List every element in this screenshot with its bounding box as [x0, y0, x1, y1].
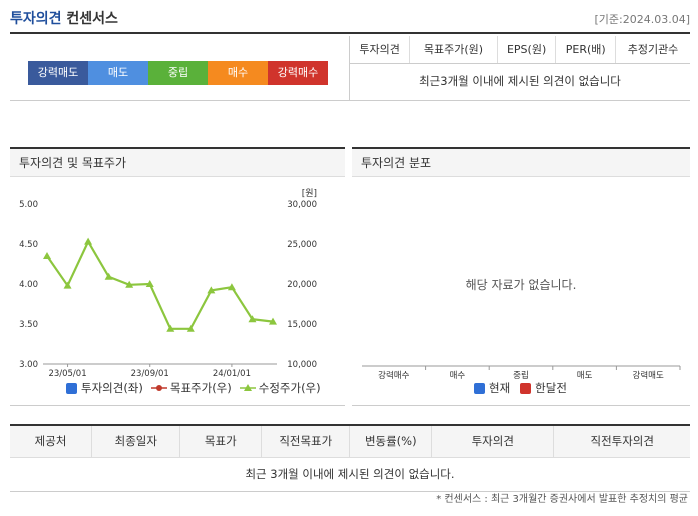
consensus-empty-message: 최근3개월 이내에 제시된 의견이 없습니다	[419, 74, 621, 89]
scale-strong-sell: 강력매도	[28, 61, 88, 85]
series-line-adjusted-price	[46, 239, 274, 330]
distribution-category-label: 강력매수	[378, 370, 409, 381]
col-prev-target: 직전목표가	[261, 425, 351, 458]
y-left-tick-label: 5.00	[19, 200, 38, 210]
legend-opinion-label: 투자의견(좌)	[81, 381, 143, 395]
consensus-header-row: 투자의견 목표주가(원) EPS(원) PER(배) 추정기관수	[350, 36, 690, 64]
col-opinion: 투자의견	[350, 36, 411, 64]
title-rest: 컨센서스	[66, 11, 118, 27]
legend-adjusted[interactable]: 수정주가(우)	[239, 380, 321, 396]
table-row: 최근3개월 이내에 제시된 의견이 없습니다	[350, 63, 690, 99]
legend-adjusted-label: 수정주가(우)	[258, 381, 321, 395]
reference-date: [기준:2024.03.04]	[594, 13, 690, 26]
table-row: 최근 3개월 이내에 제시된 의견이 없습니다.	[10, 457, 690, 492]
opinion-price-panel-title: 투자의견 및 목표주가	[10, 147, 345, 177]
col-prev-opinion: 직전투자의견	[553, 425, 690, 458]
scale-buy: 매수	[208, 61, 268, 85]
legend-opinion-swatch	[66, 382, 77, 394]
col-eps: EPS(원)	[497, 36, 557, 64]
distribution-category-label: 매수	[450, 371, 466, 381]
consensus-bottom-border	[10, 100, 690, 101]
left-panel-bottom	[10, 405, 345, 406]
col-last-date: 최종일자	[91, 425, 181, 458]
broker-header-row: 제공처 최종일자 목표가 직전목표가 변동률(%) 투자의견 직전투자의견	[10, 425, 690, 458]
section-header: 투자의견 컨센서스 [기준:2024.03.04]	[10, 6, 690, 30]
right-panel-bottom	[352, 405, 690, 406]
opinion-scale: 강력매도 매도 중립 매수 강력매수	[28, 61, 328, 85]
col-opinion: 투자의견	[431, 425, 555, 458]
distribution-no-data: 해당 자료가 없습니다.	[465, 278, 577, 292]
legend-month-ago-swatch	[520, 382, 532, 394]
x-tick-label: 23/05/01	[48, 369, 86, 379]
distribution-category-label: 매도	[577, 371, 593, 381]
footnote: * 컨센서스 : 최근 3개월간 증권사에서 발표한 추정치의 평균	[436, 494, 688, 505]
legend-target[interactable]: 목표주가(우)	[150, 380, 232, 396]
legend-target-label: 목표주가(우)	[169, 381, 232, 395]
legend-current[interactable]: 현재	[474, 380, 510, 396]
opinion-price-chart: 3.00 3.50 4.00 4.50 5.00 10,000 15,000 20,000 2…	[19, 188, 317, 379]
legend-adjusted-marker-icon	[239, 384, 256, 391]
legend-current-label: 현재	[489, 381, 511, 395]
broker-empty-message: 최근 3개월 이내에 제시된 의견이 없습니다.	[10, 457, 690, 492]
y-right-unit: [원]	[302, 188, 317, 199]
y-right-tick-label: 10,000	[287, 360, 317, 370]
distribution-category-label: 강력매도	[633, 370, 664, 381]
col-agency-count: 추정기관수	[615, 36, 690, 64]
legend-target-marker-icon	[150, 385, 167, 391]
legend-month-ago[interactable]: 한달전	[520, 380, 567, 396]
chart-legend: 투자의견(좌) 목표주가(우) 수정주가(우)	[66, 380, 329, 396]
section-title: 투자의견 컨센서스	[10, 8, 118, 28]
col-target-price: 목표주가(원)	[409, 36, 498, 64]
y-left-tick-label: 3.00	[19, 360, 38, 370]
consensus-table: 투자의견 목표주가(원) EPS(원) PER(배) 추정기관수 최근3개월 이…	[350, 36, 690, 99]
y-right-tick-label: 15,000	[287, 320, 317, 330]
x-tick-label: 23/09/01	[131, 369, 169, 379]
title-divider	[10, 32, 690, 34]
col-per: PER(배)	[555, 36, 617, 64]
legend-current-swatch	[474, 382, 485, 394]
data-point	[84, 237, 93, 245]
data-point	[43, 252, 51, 259]
legend-opinion[interactable]: 투자의견(좌)	[66, 380, 143, 396]
scale-neutral: 중립	[148, 61, 208, 85]
y-left-tick-label: 3.50	[19, 320, 38, 330]
scale-strong-buy: 강력매수	[268, 61, 328, 85]
col-provider: 제공처	[10, 425, 93, 458]
col-change-rate: 변동률(%)	[349, 425, 433, 458]
y-right-tick-label: 20,000	[287, 280, 317, 290]
distribution-panel-title: 투자의견 분포	[352, 147, 690, 177]
distribution-legend: 현재 한달전	[474, 380, 577, 396]
col-target: 목표가	[179, 425, 263, 458]
y-left-tick-label: 4.00	[19, 280, 38, 290]
y-right-tick-label: 25,000	[287, 240, 317, 250]
scale-sell: 매도	[88, 61, 148, 85]
y-right-tick-label: 30,000	[287, 200, 317, 210]
y-left-tick-label: 4.50	[19, 240, 38, 250]
broker-opinion-table: 제공처 최종일자 목표가 직전목표가 변동률(%) 투자의견 직전투자의견 최근…	[10, 424, 690, 492]
x-tick-label: 24/01/01	[213, 369, 251, 379]
legend-month-ago-label: 한달전	[535, 381, 567, 395]
title-accent: 투자의견	[10, 11, 62, 27]
